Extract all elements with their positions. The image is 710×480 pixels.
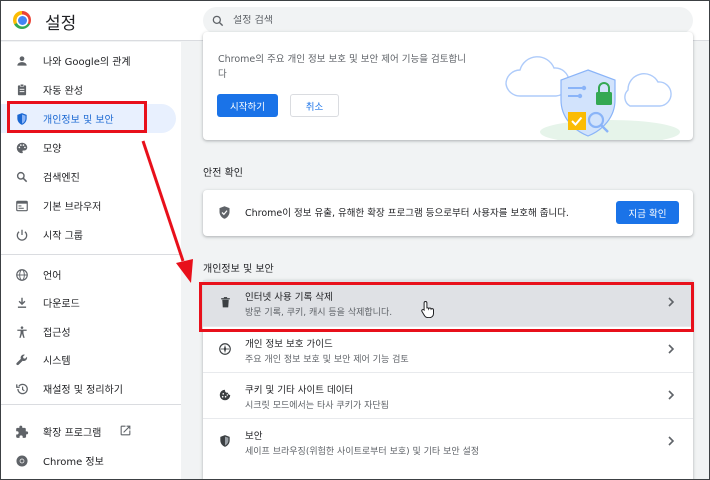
row-subtitle: 세이프 브라우징(위험한 사이트로부터 보호) 및 기타 보안 설정	[245, 447, 480, 457]
sidebar-item-languages[interactable]: 언어	[1, 260, 176, 289]
sidebar-item-label: 시작 그룹	[43, 231, 83, 242]
sidebar-item-accessibility[interactable]: 접근성	[1, 317, 176, 346]
wrench-icon	[14, 352, 30, 368]
sidebar-item-label: 언어	[43, 271, 62, 282]
sidebar-item-label: 자동 완성	[43, 86, 83, 97]
privacy-guide-illustration	[505, 56, 680, 140]
security-row[interactable]: 보안 세이프 브라우징(위험한 사이트로부터 보호) 및 기타 보안 설정	[203, 418, 693, 464]
search-input[interactable]	[233, 15, 633, 26]
puzzle-icon	[14, 424, 30, 440]
start-button[interactable]: 시작하기	[217, 94, 278, 117]
person-icon	[14, 53, 30, 69]
chrome-icon	[14, 453, 30, 469]
safety-check-title: 안전 확인	[203, 168, 243, 179]
sidebar-item-label: Chrome 정보	[43, 457, 104, 468]
search-icon	[212, 15, 224, 26]
sidebar-divider	[1, 404, 181, 405]
row-title: 쿠키 및 기타 사이트 데이터	[245, 385, 354, 396]
privacy-guide-description: Chrome의 주요 개인 정보 보호 및 보안 제어 기능을 검토합니다	[218, 54, 466, 80]
clipboard-icon	[14, 82, 30, 98]
sidebar-item-label: 재설정 및 정리하기	[43, 385, 123, 396]
sidebar-item-label: 시스템	[43, 356, 71, 367]
safety-check-text: Chrome이 정보 유출, 유해한 확장 프로그램 등으로부터 사용자를 보호…	[245, 208, 569, 219]
check-now-button[interactable]: 지금 확인	[616, 201, 679, 224]
sidebar-divider	[1, 254, 181, 255]
row-subtitle: 주요 개인 정보 보호 및 보안 제어 기능 검토	[245, 355, 409, 365]
privacy-guide-card: Chrome의 주요 개인 정보 보호 및 보안 제어 기능을 검토합니다 시작…	[203, 32, 693, 140]
sidebar-item-label: 접근성	[43, 328, 71, 339]
annotation-box-sidebar	[7, 101, 147, 133]
privacy-guide-row[interactable]: 개인 정보 보호 가이드 주요 개인 정보 보호 및 보안 제어 기능 검토	[203, 326, 693, 372]
sidebar-item-label: 확장 프로그램	[43, 428, 102, 439]
safety-check-card: Chrome이 정보 유출, 유해한 확장 프로그램 등으로부터 사용자를 보호…	[203, 190, 693, 236]
sidebar-item-label: 기본 브라우저	[43, 202, 102, 213]
cookies-row[interactable]: 쿠키 및 기타 사이트 데이터 시크릿 모드에서는 타사 쿠키가 자단됨	[203, 372, 693, 418]
sidebar-item-system[interactable]: 시스템	[1, 345, 176, 374]
page-title: 설정	[45, 14, 77, 34]
chrome-logo-icon	[13, 11, 31, 29]
row-title: 개인 정보 보호 가이드	[245, 339, 333, 350]
sidebar-item-appearance[interactable]: 모양	[1, 133, 176, 162]
sidebar-item-label: 검색엔진	[43, 173, 80, 184]
sidebar-item-downloads[interactable]: 다운로드	[1, 288, 176, 317]
guide-icon	[217, 341, 233, 357]
restore-icon	[14, 381, 30, 397]
sidebar-item-about-chrome[interactable]: Chrome 정보	[1, 446, 176, 475]
sidebar-item-label: 모양	[43, 144, 62, 155]
sidebar-item-label: 나와 Google의 관계	[43, 57, 131, 68]
search-box[interactable]	[203, 7, 693, 34]
main-content: Chrome의 주요 개인 정보 보호 및 보안 제어 기능을 검토합니다 시작…	[181, 32, 709, 479]
shield-icon	[217, 433, 233, 449]
chevron-right-icon	[668, 344, 675, 354]
settings-window: 설정 나와 Google의 관계 자동 완성 개인정보 및 보안 모양 검색엔진	[0, 0, 710, 480]
open-external-icon	[119, 424, 132, 440]
sidebar-item-extensions[interactable]: 확장 프로그램	[1, 417, 176, 446]
globe-icon	[14, 267, 30, 283]
cancel-button[interactable]: 취소	[290, 94, 339, 117]
accessibility-icon	[14, 324, 30, 340]
chevron-right-icon	[668, 390, 675, 400]
annotation-box-clear-data	[199, 282, 694, 332]
browser-icon	[14, 198, 30, 214]
sidebar-item-reset-cleanup[interactable]: 재설정 및 정리하기	[1, 374, 176, 403]
sidebar-item-search-engine[interactable]: 검색엔진	[1, 162, 176, 191]
search-icon	[14, 169, 30, 185]
sidebar-item-on-startup[interactable]: 시작 그룹	[1, 220, 176, 249]
sidebar-item-you-and-google[interactable]: 나와 Google의 관계	[1, 46, 176, 75]
sidebar-item-label: 다운로드	[43, 299, 80, 310]
download-icon	[14, 295, 30, 311]
sidebar-item-autofill[interactable]: 자동 완성	[1, 75, 176, 104]
power-icon	[14, 227, 30, 243]
chevron-right-icon	[668, 436, 675, 446]
row-subtitle: 시크릿 모드에서는 타사 쿠키가 자단됨	[245, 401, 389, 411]
sidebar-item-default-browser[interactable]: 기본 브라우저	[1, 191, 176, 220]
row-title: 보안	[245, 431, 263, 442]
privacy-section-title: 개인정보 및 보안	[203, 264, 274, 275]
palette-icon	[14, 140, 30, 156]
shield-check-icon	[217, 205, 232, 223]
cookie-icon	[217, 387, 233, 403]
